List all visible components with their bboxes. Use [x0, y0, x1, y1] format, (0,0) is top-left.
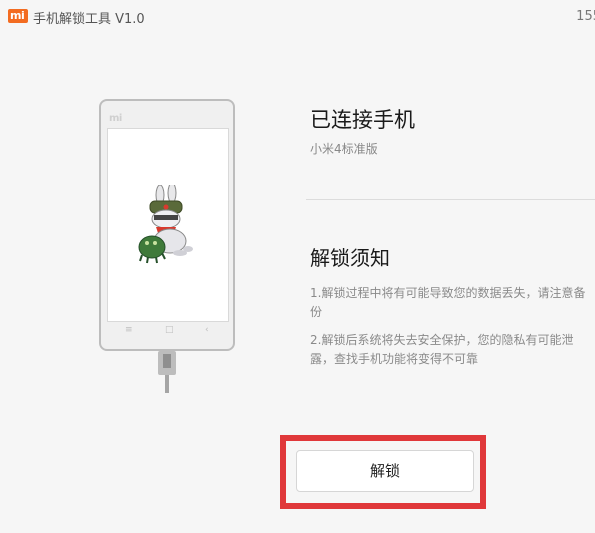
phone-illustration: mi ≡ □ ‹ [99, 99, 235, 351]
corner-number: 155 [576, 9, 595, 24]
phone-brand-logo: mi [109, 113, 122, 124]
mitu-bunny-mascot-icon [138, 185, 193, 264]
notice-title: 解锁须知 [310, 246, 390, 270]
phone-nav-keys: ≡ □ ‹ [101, 325, 233, 337]
usb-plug-inner [163, 354, 171, 368]
mi-logo-text: mi [10, 9, 25, 22]
mi-logo: mi [8, 9, 28, 23]
app-window: mi 手机解锁工具 V1.0 155 mi [0, 0, 595, 533]
notice-item: 1.解锁过程中将有可能导致您的数据丢失，请注意备份 [310, 286, 586, 319]
back-key-icon: ‹ [205, 325, 209, 335]
phone-screen [107, 128, 229, 322]
title-bar: mi 手机解锁工具 V1.0 155 [0, 0, 595, 32]
usb-cable [165, 375, 169, 393]
device-model: 小米4标准版 [310, 142, 378, 156]
app-title: 手机解锁工具 V1.0 [33, 12, 145, 27]
divider [306, 199, 595, 200]
menu-key-icon: ≡ [125, 325, 133, 335]
home-key-icon: □ [165, 325, 174, 335]
connection-status-title: 已连接手机 [310, 108, 415, 132]
notice-item: 2.解锁后系统将失去安全保护，您的隐私有可能泄露，查找手机功能将变得不可靠 [310, 333, 574, 366]
usb-plug-icon [158, 351, 176, 375]
unlock-button[interactable]: 解锁 [296, 450, 474, 492]
